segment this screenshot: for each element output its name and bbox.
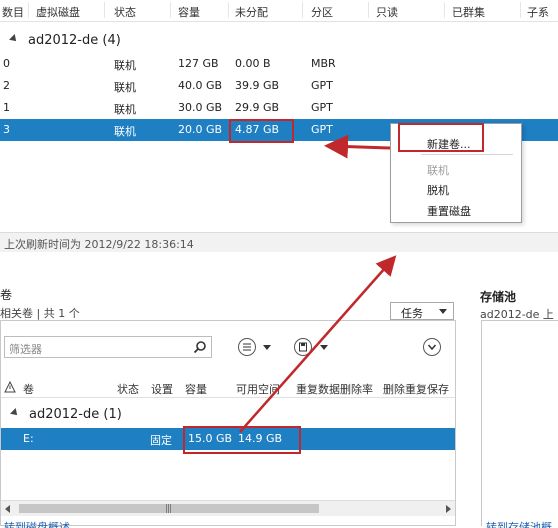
arrow-to-menu — [239, 255, 397, 433]
arrow-to-partition — [324, 134, 391, 159]
annotation-arrows — [239, 134, 397, 433]
